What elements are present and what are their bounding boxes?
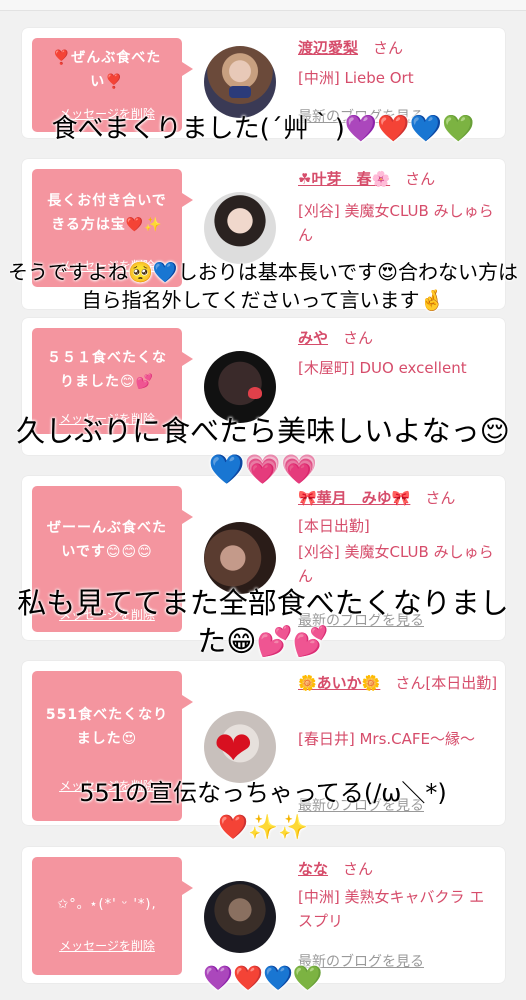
caption-overlay: 私も見ててまた全部食べたくなりました😁💕💕 [17,586,509,658]
cast-name[interactable]: ☘叶芽 春🌸 さん [298,167,498,191]
shop-name: [刈谷] 美魔女CLUB みしゅらん [298,543,494,585]
message-bubble: ✩°｡ ⋆(*' ᵕ '*), メッセージを削除 [32,857,193,975]
cast-name[interactable]: なな さん [298,857,498,881]
caption-overlay: 食べまくりました(´艸｀)💜❤️💙💚 [51,114,475,144]
message-text: ❣️ぜんぶ食べたい❣️ [52,50,162,90]
shop-name: [刈谷] 美魔女CLUB みしゅらん [298,202,494,244]
shop-name: [木屋町] DUO excellent [298,359,467,377]
message-text: 551食べたくなりました😍 [45,707,169,747]
cast-name[interactable]: 🎀華月 みゆ🎀 さん [298,486,498,510]
caption-overlay: 551の宣伝なっちゃってる(/ω＼*)❤️✨✨ [79,779,447,841]
cast-name[interactable]: 🌼あいか🌼 さん[本日出勤] [298,671,498,695]
avatar[interactable] [204,881,276,953]
shop-name: [中洲] Liebe Ort [298,69,414,87]
avatar[interactable] [204,192,276,264]
shop-name: [春日井] Mrs.CAFE〜縁〜 [298,730,476,748]
avatar[interactable] [204,46,276,118]
cast-name[interactable]: 渡辺愛梨 さん [298,36,498,60]
message-text: ✩°｡ ⋆(*' ᵕ '*), [57,897,157,912]
message-text: ぜーーんぶ食べたいです😊😊😊 [47,520,167,560]
top-bar [0,0,526,11]
message-text: ５５１食べたくなりました😊💕 [47,350,167,390]
caption-overlay: そうですよね🥺💙しおりは基本長いです😍合わない方は自ら指名外してくださいって言い… [7,260,519,312]
avatar[interactable]: ❤ [204,711,276,783]
message-text: 長くお付き合いできる方は宝❤️✨ [47,193,167,233]
shop-status: [本日出勤] [298,517,370,535]
delete-message-link[interactable]: メッセージを削除 [32,937,182,954]
shop-name: [中洲] 美熟女キャバクラ エスプリ [298,888,485,930]
caption-overlay: 💜❤️💙💚 [203,964,323,992]
cast-name[interactable]: みや さん [298,326,498,350]
caption-overlay: 久しぶりに食べたら美味しいよなっ😌💙💗💗 [16,414,510,486]
